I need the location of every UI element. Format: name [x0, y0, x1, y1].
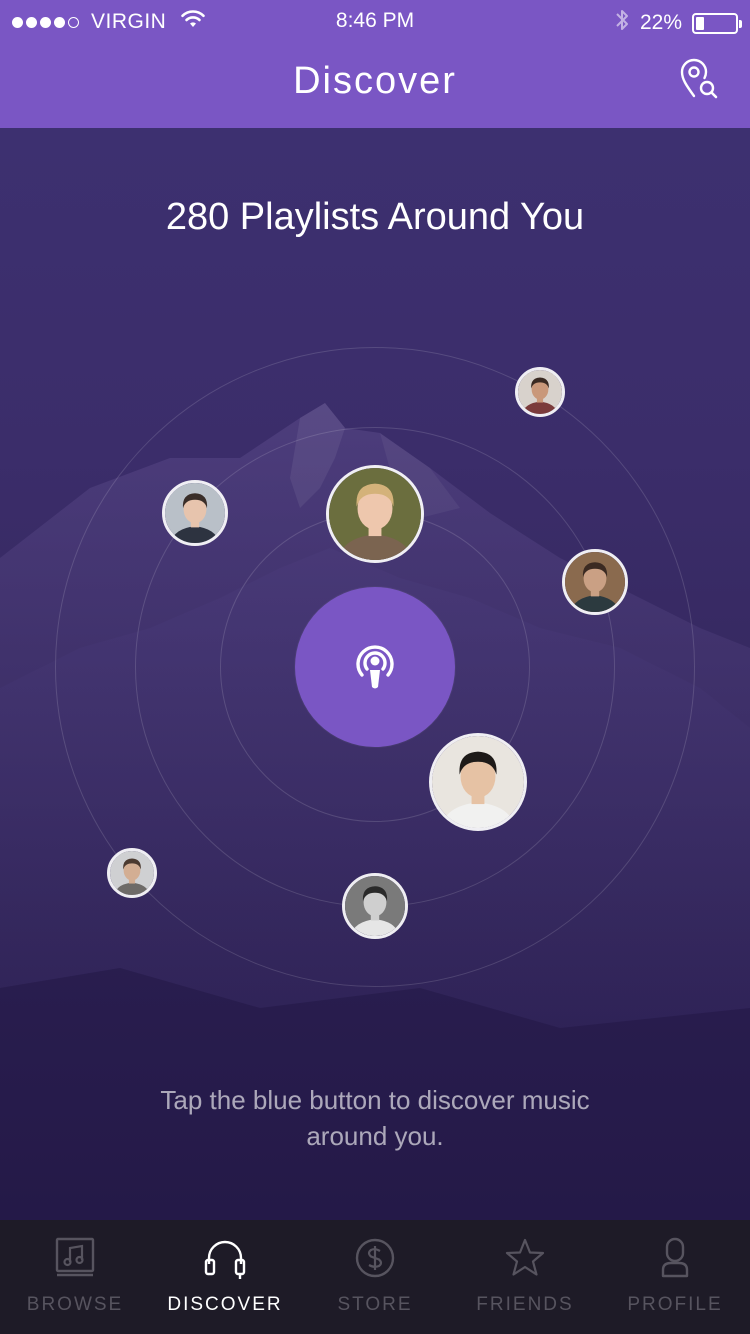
battery-percent: 22% — [639, 11, 682, 34]
status-bar: VIRGIN 8:46 PM 22% — [0, 0, 750, 40]
app-root: VIRGIN 8:46 PM 22% Discover 280 Playlist… — [0, 0, 750, 1334]
avatar-blonde-woman[interactable] — [326, 465, 424, 563]
location-search-icon — [680, 58, 718, 99]
tab-profile[interactable]: PROFILE — [600, 1220, 750, 1334]
battery-fill — [696, 16, 704, 30]
battery-icon — [692, 12, 742, 34]
avatar-asian-man[interactable] — [429, 733, 527, 831]
music-library-icon — [53, 1236, 97, 1280]
avatar-bearded-man-right-portrait — [565, 552, 625, 612]
person-icon — [653, 1236, 697, 1280]
star-icon — [503, 1236, 547, 1280]
tab-label: BROWSE — [26, 1294, 124, 1315]
bluetooth-icon — [614, 7, 630, 39]
tab-discover[interactable]: DISCOVER — [150, 1220, 300, 1334]
avatar-young-man-left-portrait — [165, 483, 225, 543]
hint-line: around you. — [306, 1121, 444, 1151]
tab-browse[interactable]: BROWSE — [0, 1220, 150, 1334]
avatar-young-man-left[interactable] — [162, 480, 228, 546]
discover-hint: Tap the blue button to discover music ar… — [0, 1082, 750, 1154]
tab-label: DISCOVER — [167, 1294, 283, 1315]
hint-line: Tap the blue button to discover music — [160, 1085, 590, 1115]
tab-store[interactable]: STORE — [300, 1220, 450, 1334]
tab-label: STORE — [337, 1294, 413, 1315]
page-title: Discover — [293, 60, 457, 102]
dollar-coin-icon — [353, 1236, 397, 1280]
status-right: 22% — [614, 7, 742, 39]
avatar-bearded-man-small-portrait — [518, 370, 562, 414]
tab-friends[interactable]: FRIENDS — [450, 1220, 600, 1334]
avatar-woman-bw[interactable] — [342, 873, 408, 939]
avatar-bearded-man-small[interactable] — [515, 367, 565, 417]
avatar-woman-bw-portrait — [345, 876, 405, 936]
tab-bar: BROWSE DISCOVER STORE FRIENDS PROFILE — [0, 1220, 750, 1334]
avatar-man-bottom-left[interactable] — [107, 848, 157, 898]
avatar-man-bottom-left-portrait — [110, 851, 154, 895]
header: VIRGIN 8:46 PM 22% Discover — [0, 0, 750, 128]
tab-label: PROFILE — [627, 1294, 723, 1315]
location-search-button[interactable] — [674, 56, 722, 104]
discover-music-button[interactable] — [295, 587, 455, 747]
headphones-icon — [203, 1236, 247, 1280]
avatar-asian-man-portrait — [432, 736, 524, 828]
avatar-bearded-man-right[interactable] — [562, 549, 628, 615]
podcast-broadcast-icon — [356, 645, 394, 689]
discover-area: 280 Playlists Around You Tap the blue bu… — [0, 128, 750, 1220]
avatar-blonde-woman-portrait — [329, 468, 421, 560]
tab-label: FRIENDS — [476, 1294, 574, 1315]
